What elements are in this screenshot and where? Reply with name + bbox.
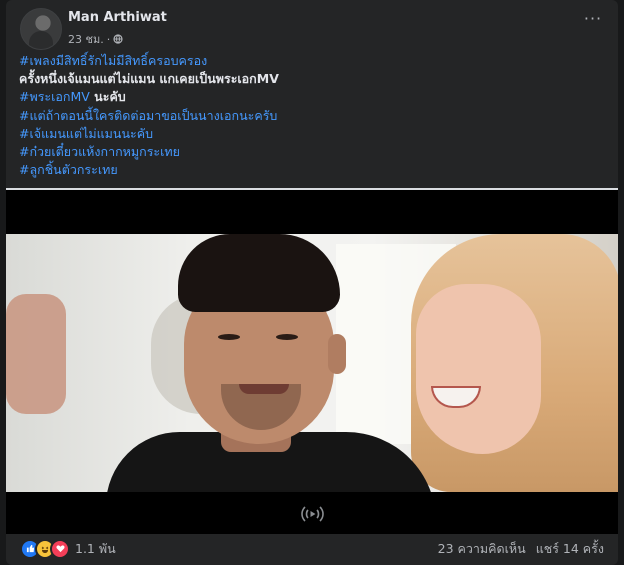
shares-count[interactable]: แชร์ 14 ครั้ง	[536, 539, 604, 559]
woman-face	[416, 284, 541, 454]
globe-icon	[113, 34, 123, 44]
post-stats: 23 ความคิดเห็น แชร์ 14 ครั้ง	[438, 539, 604, 559]
avatar[interactable]	[20, 8, 62, 50]
sound-wave-icon[interactable]	[295, 501, 329, 527]
hand-shape	[6, 294, 66, 414]
post-meta: 23 ชม. ·	[68, 30, 123, 48]
man-eye	[218, 334, 240, 340]
reaction-count[interactable]: 1.1 พัน	[75, 539, 116, 559]
hashtag-line[interactable]: #ลูกชิ้นตัวกระเทย	[19, 161, 599, 179]
man-ear	[328, 334, 346, 374]
post-time[interactable]: 23 ชม.	[68, 30, 104, 48]
heart-icon	[50, 538, 70, 559]
post-footer: 1.1 พัน 23 ความคิดเห็น แชร์ 14 ครั้ง	[6, 532, 618, 565]
hashtag-link[interactable]: #พระเอกMV	[19, 89, 90, 104]
man-eye	[276, 334, 298, 340]
meta-separator: ·	[106, 32, 111, 46]
video-player[interactable]	[6, 188, 618, 534]
hashtag-line[interactable]: #แต่ถ้าตอนนี้ใครติดต่อมาขอเป็นนางเอกนะคร…	[19, 107, 599, 125]
more-options-icon[interactable]: ···	[582, 11, 604, 28]
avatar-figure	[29, 31, 53, 49]
post-text: #เพลงมีสิทธิ์รักไม่มีสิทธิ์ครอบครอง ครั้…	[19, 52, 599, 179]
reactions-summary[interactable]: 1.1 พัน	[20, 538, 116, 559]
video-controls	[6, 496, 618, 532]
author-name[interactable]: Man Arthiwat	[68, 10, 167, 25]
mixed-line: #พระเอกMV นะคับ	[19, 88, 599, 106]
man-mouth	[239, 384, 289, 394]
hashtag-line[interactable]: #เพลงมีสิทธิ์รักไม่มีสิทธิ์ครอบครอง	[19, 52, 599, 70]
text-line: ครั้งหนึ่งเจ้แมนแต่ไม่แมน แกเคยเป็นพระเอ…	[19, 71, 279, 87]
post-card: Man Arthiwat 23 ชม. · ··· #เพลงมีสิทธิ์ร…	[6, 0, 618, 565]
hashtag-line[interactable]: #ก๋วยเตี๋ยวแห้งกากหมูกระเทย	[19, 143, 599, 161]
video-frame[interactable]	[6, 234, 618, 492]
text-span: นะคับ	[89, 89, 126, 105]
man-hair	[178, 234, 340, 312]
comments-count[interactable]: 23 ความคิดเห็น	[438, 539, 526, 559]
hashtag-line[interactable]: #เจ้แมนแต่ไม่แมนนะคับ	[19, 125, 599, 143]
